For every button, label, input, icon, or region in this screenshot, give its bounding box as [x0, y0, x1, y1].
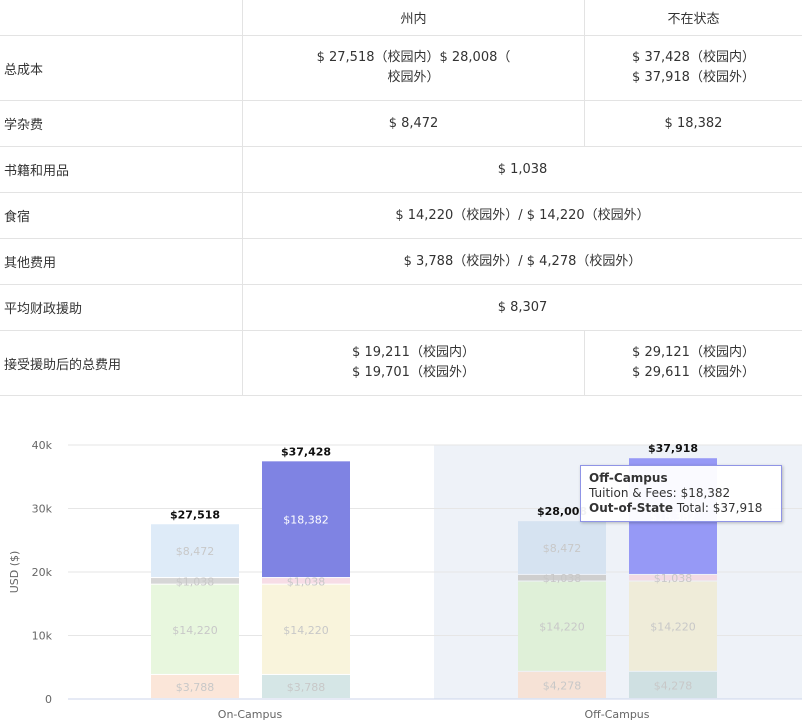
y-tick-label: 40k [32, 439, 53, 452]
y-tick-label: 10k [32, 630, 53, 643]
x-category-label: On-Campus [218, 708, 283, 721]
y-axis-label: USD ($) [8, 551, 21, 594]
cost-table: 州内 不在状态 总成本 $ 27,518（校园内）$ 28,008（ 校园外） … [0, 0, 802, 396]
segment-label: $18,382 [283, 514, 329, 527]
segment-label: $14,220 [172, 624, 218, 637]
segment-label: $14,220 [650, 621, 696, 634]
table-row: 食宿 $ 14,220（校园外）/ $ 14,220（校园外） [0, 192, 802, 239]
header-cell [0, 0, 243, 36]
out-state-value: $ 37,428（校园内） $ 37,918（校园外） [584, 35, 802, 101]
tooltip-total-value: $37,918 [712, 501, 763, 515]
segment-label: $1,038 [543, 572, 582, 585]
total-label: $27,518 [170, 508, 220, 521]
total-label: $37,428 [281, 445, 331, 458]
segment-label: $3,788 [287, 681, 326, 694]
row-label: 食宿 [0, 192, 243, 239]
tooltip-stack-label: Out-of-State [589, 501, 674, 515]
out-state-value: $ 18,382 [584, 100, 802, 147]
segment-label: $8,472 [543, 542, 582, 555]
segment-label: $1,038 [287, 575, 326, 588]
y-tick-label: 0 [45, 693, 52, 706]
table-row: 总成本 $ 27,518（校园内）$ 28,008（ 校园外） $ 37,428… [0, 35, 802, 101]
segment-label: $8,472 [176, 545, 215, 558]
in-state-value: $ 19,211（校园内） $ 19,701（校园外） [242, 330, 585, 396]
row-label: 接受援助后的总费用 [0, 330, 243, 396]
y-tick-label: 30k [32, 503, 53, 516]
segment-label: $1,038 [654, 572, 693, 585]
in-state-value: $ 8,472 [242, 100, 585, 147]
segment-label: $14,220 [283, 624, 329, 637]
row-label: 平均财政援助 [0, 284, 243, 331]
merged-value: $ 8,307 [242, 284, 802, 331]
chart-tooltip: Off-Campus Tuition & Fees: $18,382 Out-o… [580, 465, 782, 522]
segment-label: $1,038 [176, 575, 215, 588]
y-tick-label: 20k [32, 566, 53, 579]
segment-label: $14,220 [539, 621, 585, 634]
table-row: 其他费用 $ 3,788（校园外）/ $ 4,278（校园外） [0, 238, 802, 285]
table-row: 平均财政援助 $ 8,307 [0, 284, 802, 331]
out-state-value: $ 29,121（校园内） $ 29,611（校园外） [584, 330, 802, 396]
merged-value: $ 1,038 [242, 146, 802, 193]
table-row: 书籍和用品 $ 1,038 [0, 146, 802, 193]
total-label: $37,918 [648, 442, 698, 455]
tooltip-series-value: $18,382 [680, 486, 731, 500]
header-cell: 不在状态 [584, 0, 802, 36]
row-label: 总成本 [0, 35, 243, 101]
merged-value: $ 3,788（校园外）/ $ 4,278（校园外） [242, 238, 802, 285]
segment-label: $3,788 [176, 681, 215, 694]
tooltip-series-label: Tuition & Fees: [589, 486, 677, 500]
segment-label: $4,278 [654, 679, 693, 692]
tooltip-title: Off-Campus [589, 471, 668, 485]
row-label: 书籍和用品 [0, 146, 243, 193]
table-row: 接受援助后的总费用 $ 19,211（校园内） $ 19,701（校园外） $ … [0, 330, 802, 396]
x-category-label: Off-Campus [584, 708, 649, 721]
header-cell: 州内 [242, 0, 585, 36]
merged-value: $ 14,220（校园外）/ $ 14,220（校园外） [242, 192, 802, 239]
tooltip-total-label: Total: [676, 501, 709, 515]
in-state-value: $ 27,518（校园内）$ 28,008（ 校园外） [242, 35, 585, 101]
table-row: 学杂费 $ 8,472 $ 18,382 [0, 100, 802, 147]
segment-label: $4,278 [543, 679, 582, 692]
table-header-row: 州内 不在状态 [0, 0, 802, 36]
row-label: 其他费用 [0, 238, 243, 285]
row-label: 学杂费 [0, 100, 243, 147]
